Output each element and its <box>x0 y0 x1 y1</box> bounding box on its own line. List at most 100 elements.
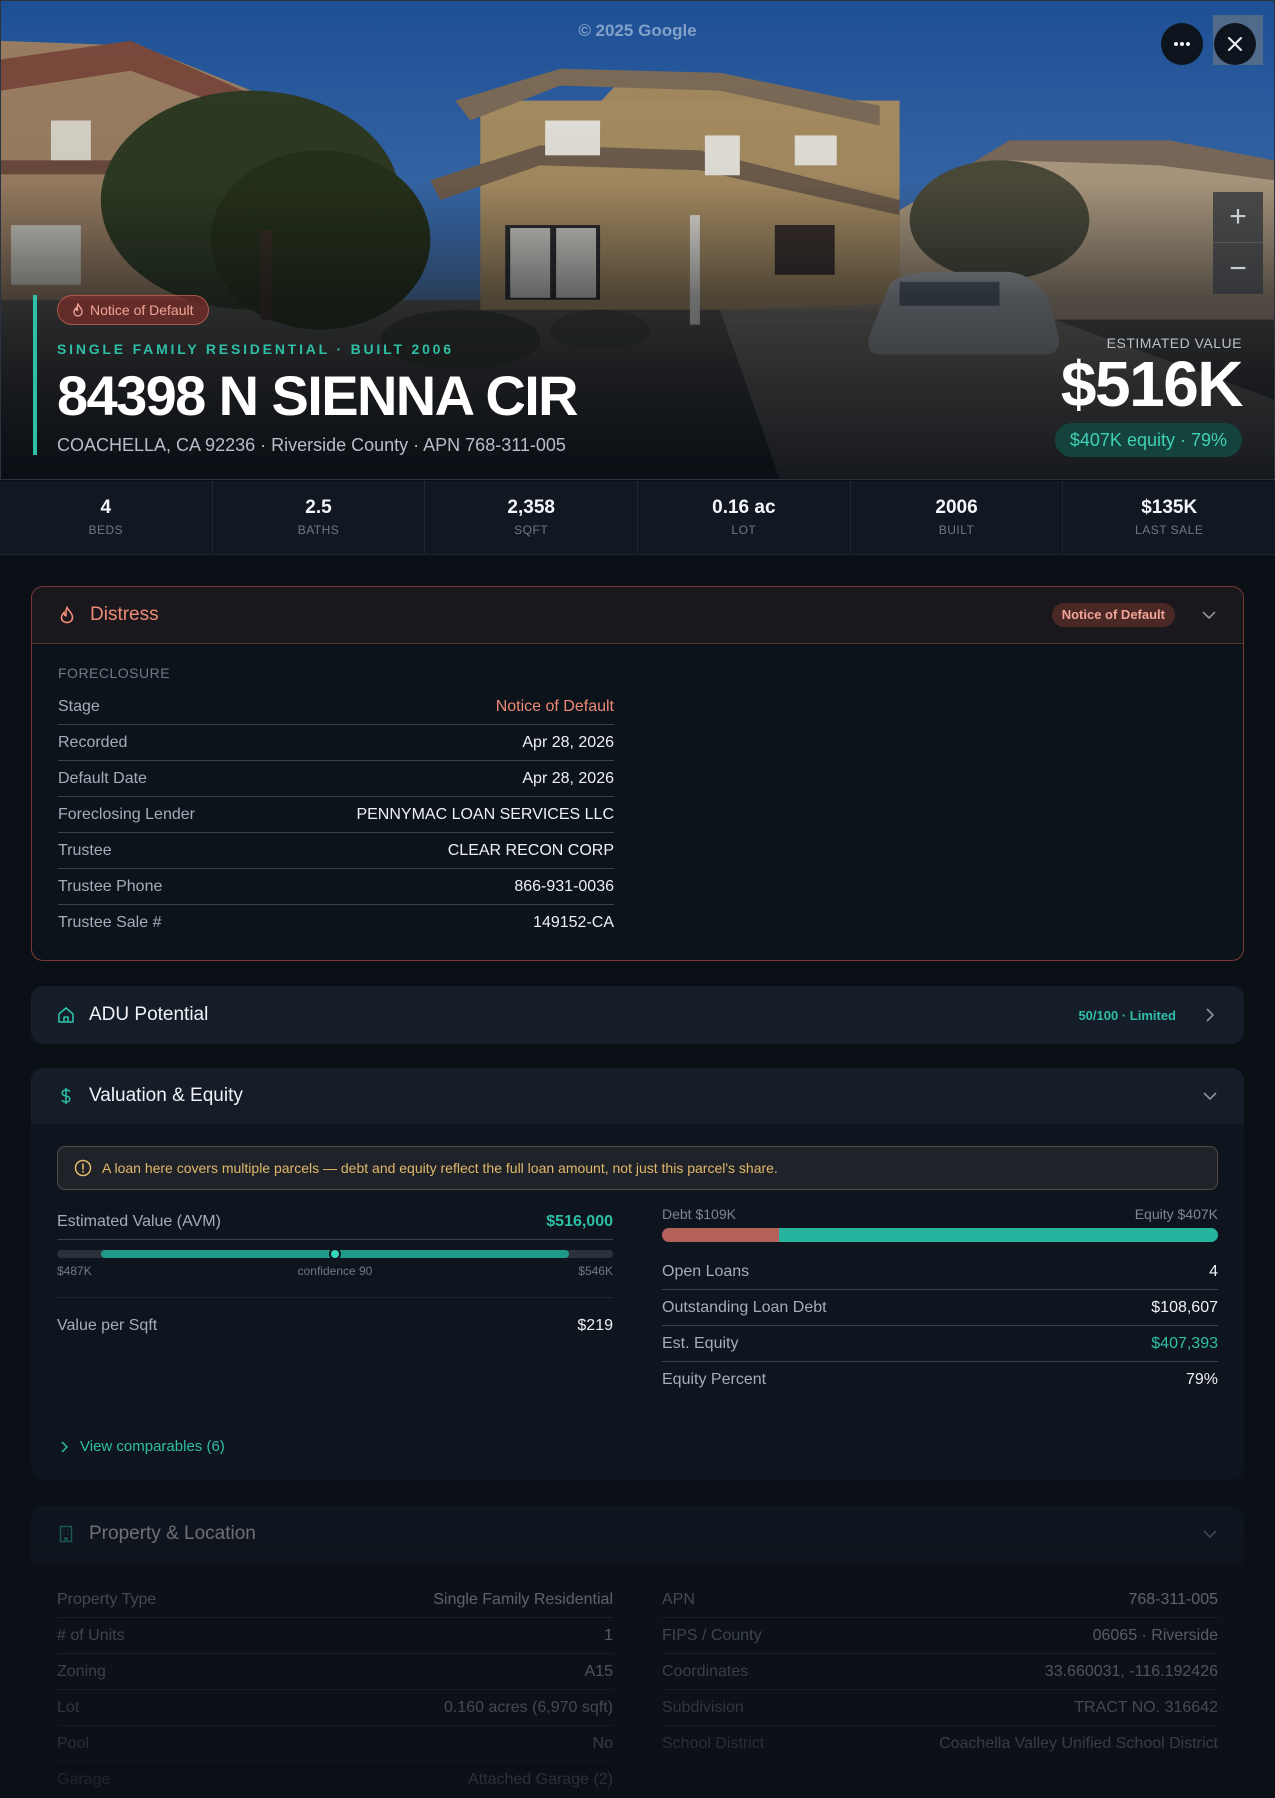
debt-equity-labels: Debt $109K Equity $407K <box>662 1206 1218 1222</box>
kv-row: Est. Equity $407,393 <box>662 1326 1218 1362</box>
debt-label: Debt $109K <box>662 1206 736 1222</box>
property-panel-header[interactable]: Property & Location <box>31 1506 1244 1562</box>
debt-equity-block: Debt $109K Equity $407K Open Loans 4 Outs… <box>662 1206 1218 1398</box>
distress-status-label: Notice of Default <box>90 302 194 318</box>
distress-panel-header[interactable]: Distress Notice of Default <box>32 587 1243 644</box>
more-options-button[interactable] <box>1161 23 1203 65</box>
kv-key: Foreclosing Lender <box>58 805 195 823</box>
adu-panel[interactable]: ADU Potential 50/100 · Limited <box>31 986 1244 1044</box>
zoom-out-button[interactable]: − <box>1213 243 1263 294</box>
panel-title: ADU Potential <box>89 1004 209 1025</box>
property-location-panel: Property & Location Property Type Single … <box>31 1506 1244 1798</box>
kv-key: Open Loans <box>662 1262 750 1280</box>
kv-key: Trustee Phone <box>58 877 163 895</box>
view-comparables-label: View comparables (6) <box>80 1438 225 1455</box>
kv-key: Pool <box>57 1734 90 1752</box>
view-comparables-link[interactable]: View comparables (6) <box>61 1438 225 1455</box>
chevron-down-icon[interactable] <box>1202 1088 1218 1104</box>
kv-key: Coordinates <box>662 1662 749 1680</box>
section-caption: FORECLOSURE <box>58 665 171 681</box>
kv-row: School District Coachella Valley Unified … <box>662 1726 1218 1762</box>
kv-key: Garage <box>57 1771 111 1788</box>
kv-key: FIPS / County <box>662 1626 762 1644</box>
stat-label: LAST SALE <box>1135 523 1204 537</box>
kv-key: APN <box>662 1590 695 1608</box>
chevron-right-icon[interactable] <box>1202 1007 1218 1023</box>
stat-value: 2,358 <box>507 497 555 518</box>
kv-row: Foreclosing Lender PENNYMAC LOAN SERVICES… <box>58 797 614 833</box>
panel-title: Valuation & Equity <box>89 1085 243 1106</box>
kv-value: Apr 28, 2026 <box>522 769 614 787</box>
foreclosure-details: FORECLOSURE Stage Notice of Default Recor… <box>58 665 614 941</box>
property-details-left: Property Type Single Family Residential #… <box>57 1582 613 1798</box>
close-icon <box>1228 37 1242 51</box>
stat-value: 0.16 ac <box>712 497 776 518</box>
street-view-hero[interactable]: © 2025 Google + − Notice of Default SING… <box>0 0 1275 480</box>
stat-built: 2006 BUILT <box>851 481 1064 554</box>
notice-text: A loan here covers multiple parcels — de… <box>102 1160 778 1176</box>
kv-key: Recorded <box>58 733 128 751</box>
kv-value: Apr 28, 2026 <box>522 733 614 751</box>
debt-segment <box>662 1228 779 1242</box>
kv-value: 4 <box>1209 1262 1218 1280</box>
kv-value: TRACT NO. 31664​2 <box>1074 1698 1218 1716</box>
close-button[interactable] <box>1214 23 1256 65</box>
distress-status-badge: Notice of Default <box>57 295 209 325</box>
more-icon <box>1174 42 1190 46</box>
kv-key: Est. Equity <box>662 1334 739 1352</box>
building-icon <box>57 1525 75 1543</box>
distress-panel: Distress Notice of Default FORECLOSURE S… <box>31 586 1244 961</box>
property-heading: Notice of Default SINGLE FAMILY RESIDENT… <box>33 295 733 455</box>
stat-value: 2.5 <box>305 497 332 518</box>
chevron-down-icon[interactable] <box>1202 1526 1218 1542</box>
stat-last-sale: $135K LAST SALE <box>1063 481 1275 554</box>
stat-value: 2006 <box>935 497 978 518</box>
kv-key: Zoning <box>57 1662 106 1680</box>
valuation-panel: Valuation & Equity A loan here covers mu… <box>31 1068 1244 1480</box>
debt-equity-bar <box>662 1228 1218 1242</box>
flame-icon <box>58 606 76 624</box>
kv-row: Lot 0.160 acres (6,970 sqft) <box>57 1690 613 1726</box>
kv-value: PENNYMAC LOAN SERVICES LLC <box>356 805 614 823</box>
kv-key: # of Units <box>57 1626 125 1644</box>
stat-label: BATHS <box>297 523 340 537</box>
kv-key: Outstanding Loan Debt <box>662 1298 827 1316</box>
kv-row: Stage Notice of Default <box>58 689 614 725</box>
zoom-control: + − <box>1213 192 1263 294</box>
distress-badge: Notice of Default <box>1051 603 1175 627</box>
chevron-right-icon <box>61 1440 68 1453</box>
kv-row: FIPS / County 06065 · Riverside <box>662 1618 1218 1654</box>
kv-value: 0.160 acres (6,970 sqft) <box>444 1698 613 1716</box>
kv-value: 1 <box>604 1626 613 1644</box>
flame-icon <box>73 303 83 317</box>
warning-circle-icon <box>74 1159 92 1177</box>
kv-value: 06065 · Riverside <box>1092 1626 1218 1644</box>
kv-value: 768-311-005 <box>1128 1590 1218 1608</box>
avm-point-marker <box>329 1248 341 1260</box>
avm-confidence-bar <box>57 1248 613 1260</box>
map-watermark: © 2025 Google <box>578 21 697 40</box>
multi-parcel-notice: A loan here covers multiple parcels — de… <box>57 1146 1218 1190</box>
property-subaddress: COACHELLA, CA 92236 · Riverside County ·… <box>57 435 566 455</box>
adu-panel-header[interactable]: ADU Potential 50/100 · Limited <box>31 986 1244 1044</box>
valuation-panel-header[interactable]: Valuation & Equity <box>31 1068 1244 1124</box>
kv-row: # of Units 1 <box>57 1618 613 1654</box>
stat-beds: 4 BEDS <box>0 481 213 554</box>
panel-title: Distress <box>90 604 159 625</box>
kv-value: $219 <box>577 1317 613 1334</box>
kv-key: Trustee <box>58 841 112 859</box>
kv-value: Attached Garage (2) <box>468 1771 613 1788</box>
avm-high: $546K <box>578 1264 613 1278</box>
chevron-down-icon[interactable] <box>1201 607 1217 623</box>
equity-label: Equity $407K <box>1134 1206 1218 1222</box>
zoom-in-button[interactable]: + <box>1213 192 1263 243</box>
property-address: 84398 N SIENNA CIR <box>57 364 579 427</box>
kv-row: Trustee CLEAR RECON CORP <box>58 833 614 869</box>
kv-key: Value per Sqft <box>57 1317 158 1334</box>
avm-range-labels: $487K confidence 90 $546K <box>57 1264 613 1278</box>
kv-row: Open Loans 4 <box>662 1254 1218 1290</box>
equity-segment <box>778 1228 1218 1242</box>
kv-row: Recorded Apr 28, 2026 <box>58 725 614 761</box>
stat-label: SQFT <box>514 523 549 537</box>
avm-value: $516,000 <box>546 1212 613 1230</box>
